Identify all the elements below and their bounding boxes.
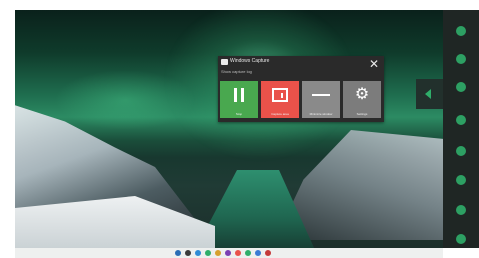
minimize-icon <box>302 85 340 105</box>
side-panel-toggle[interactable] <box>416 79 443 109</box>
taskbar-icon[interactable] <box>225 250 231 256</box>
taskbar-icon[interactable] <box>265 250 271 256</box>
app-icon[interactable] <box>456 175 466 185</box>
close-icon[interactable]: ✕ <box>368 58 380 70</box>
record-icon <box>261 85 299 105</box>
pause-icon <box>220 85 258 105</box>
popup-title: Windows Capture <box>230 58 270 64</box>
settings-label: Settings <box>356 112 368 116</box>
app-icon[interactable] <box>456 26 466 36</box>
settings-button[interactable]: ⚙ Settings <box>343 81 381 118</box>
app-logo-icon <box>221 59 228 65</box>
app-icon[interactable] <box>456 146 466 156</box>
stop-button[interactable]: Stop <box>220 81 258 118</box>
app-icon[interactable] <box>456 82 466 92</box>
aurora-glow-secondary <box>55 70 195 130</box>
taskbar-icon[interactable] <box>205 250 211 256</box>
taskbar-icon[interactable] <box>195 250 201 256</box>
stop-label: Stop <box>235 112 243 116</box>
minimize-label: Minimize window <box>309 112 333 116</box>
taskbar-icon[interactable] <box>255 250 261 256</box>
taskbar-icon[interactable] <box>245 250 251 256</box>
app-icon[interactable] <box>456 234 466 244</box>
taskbar-icon[interactable] <box>215 250 221 256</box>
taskbar-icon[interactable] <box>235 250 241 256</box>
capture-area-label: Capture area <box>271 112 289 116</box>
app-icon[interactable] <box>456 54 466 64</box>
capture-area-button[interactable]: Capture area <box>261 81 299 118</box>
app-icon[interactable] <box>456 115 466 125</box>
popup-header: Windows Capture Show capture log ✕ <box>218 56 384 78</box>
capture-control-popup: Windows Capture Show capture log ✕ Stop … <box>218 56 384 122</box>
gear-icon: ⚙ <box>354 86 370 103</box>
desktop-wallpaper <box>15 10 443 248</box>
taskbar <box>15 248 443 258</box>
app-icon[interactable] <box>456 205 466 215</box>
taskbar-icon[interactable] <box>175 250 181 256</box>
popup-subtitle[interactable]: Show capture log <box>221 69 252 74</box>
minimize-button[interactable]: Minimize window <box>302 81 340 118</box>
chevron-left-icon <box>425 89 431 99</box>
taskbar-icon[interactable] <box>185 250 191 256</box>
right-dock <box>443 10 479 248</box>
